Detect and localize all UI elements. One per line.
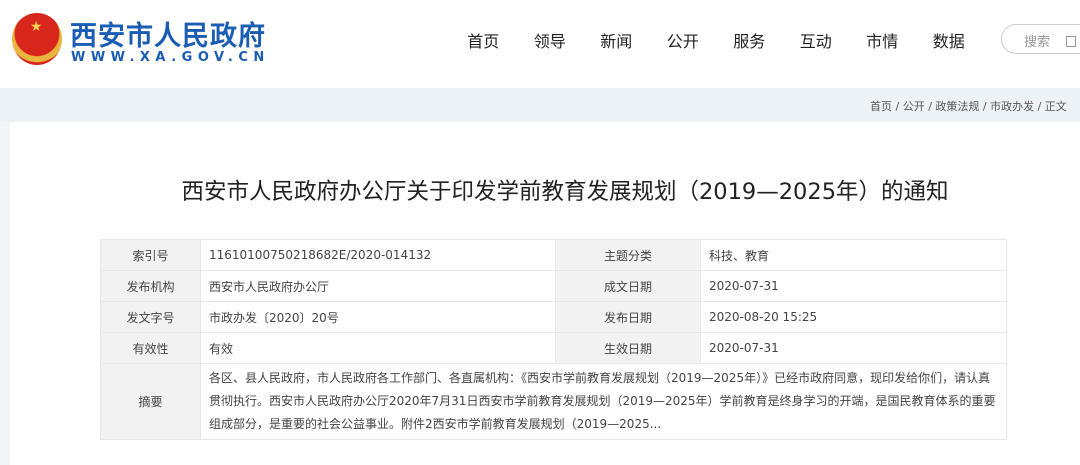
- article-card: 西安市人民政府办公厅关于印发学前教育发展规划（2019—2025年）的通知 索引…: [10, 122, 1080, 465]
- nav-leaders[interactable]: 领导: [517, 28, 584, 52]
- table-row: 有效性 有效 生效日期 2020-07-31: [100, 332, 1007, 364]
- meta-label: 发文字号: [100, 301, 201, 333]
- table-row: 发文字号 市政办发〔2020〕20号 发布日期 2020-08-20 15:25: [100, 301, 1007, 333]
- page-title: 西安市人民政府办公厅关于印发学前教育发展规划（2019—2025年）的通知: [181, 179, 949, 205]
- meta-label: 索引号: [100, 239, 201, 271]
- nav-city-info[interactable]: 市情: [849, 28, 916, 52]
- summary-text: 各区、县人民政府，市人民政府各工作部门、各直属机构：《西安市学前教育发展规划（2…: [200, 363, 1007, 440]
- site-url: WWW.XA.GOV.CN: [71, 50, 270, 65]
- meta-label: 生效日期: [555, 332, 701, 364]
- nav-data[interactable]: 数据: [916, 28, 983, 52]
- meta-label: 成文日期: [555, 270, 701, 302]
- nav-services[interactable]: 服务: [716, 28, 783, 52]
- nav-home[interactable]: 首页: [450, 28, 517, 52]
- table-row: 发布机构 西安市人民政府办公厅 成文日期 2020-07-31: [100, 270, 1007, 302]
- site-header: ★ 西安市人民政府 WWW.XA.GOV.CN 首页 领导 新闻 公开 服务 互…: [0, 0, 1080, 88]
- main-nav: 首页 领导 新闻 公开 服务 互动 市情 数据: [450, 28, 982, 52]
- table-row: 索引号 11610100750218682E/2020-014132 主题分类 科技、…: [100, 239, 1007, 271]
- meta-value: 有效: [200, 332, 556, 364]
- national-emblem-icon: ★: [12, 13, 62, 65]
- site-name[interactable]: 西安市人民政府: [70, 14, 266, 53]
- summary-row: 摘要 各区、县人民政府，市人民政府各工作部门、各直属机构：《西安市学前教育发展规划…: [100, 363, 1007, 440]
- meta-value: 市政办发〔2020〕20号: [200, 301, 556, 333]
- meta-label: 发布日期: [555, 301, 701, 333]
- meta-value: 2020-08-20 15:25: [700, 301, 1007, 333]
- meta-label: 主题分类: [555, 239, 701, 271]
- meta-value: 2020-07-31: [700, 332, 1007, 364]
- nav-interaction[interactable]: 互动: [783, 28, 850, 52]
- meta-value: 11610100750218682E/2020-014132: [200, 239, 556, 271]
- search-icon[interactable]: [1066, 36, 1077, 47]
- meta-label: 有效性: [100, 332, 201, 364]
- search-input[interactable]: 搜索: [1001, 24, 1080, 54]
- meta-value: 2020-07-31: [700, 270, 1007, 302]
- meta-table: 索引号 11610100750218682E/2020-014132 主题分类 科技、…: [100, 239, 1007, 440]
- nav-news[interactable]: 新闻: [583, 28, 650, 52]
- meta-label: 发布机构: [100, 270, 201, 302]
- search-placeholder: 搜索: [1024, 35, 1051, 50]
- breadcrumb[interactable]: 首页 / 公开 / 政策法规 / 市政办发 / 正文: [0, 88, 1080, 122]
- meta-value: 西安市人民政府办公厅: [200, 270, 556, 302]
- summary-label: 摘要: [100, 363, 201, 440]
- meta-value: 科技、教育: [700, 239, 1007, 271]
- nav-public[interactable]: 公开: [650, 28, 717, 52]
